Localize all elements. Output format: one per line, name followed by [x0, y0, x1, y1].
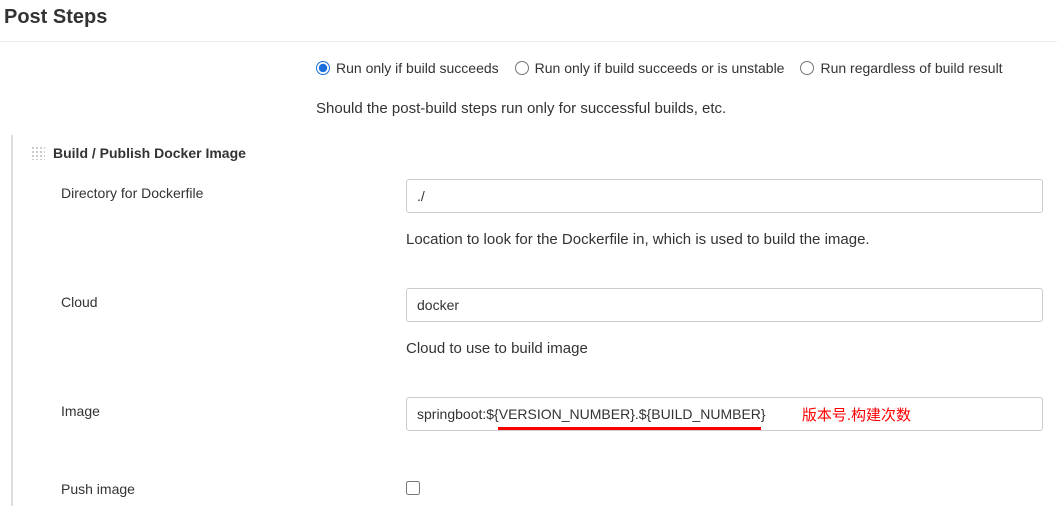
- image-input[interactable]: [406, 397, 1043, 431]
- post-steps-description: Should the post-build steps run only for…: [0, 86, 1057, 135]
- radio-option-unstable[interactable]: Run only if build succeeds or is unstabl…: [515, 60, 785, 76]
- post-steps-radio-row: Run only if build succeeds Run only if b…: [0, 42, 1057, 86]
- push-control: [406, 475, 1051, 498]
- radio-option-regardless[interactable]: Run regardless of build result: [800, 60, 1002, 76]
- cloud-label: Cloud: [11, 288, 406, 381]
- directory-control: Location to look for the Dockerfile in, …: [406, 179, 1051, 272]
- image-annotation-text: 版本号.构建次数: [802, 404, 911, 425]
- cloud-control: Cloud to use to build image: [406, 288, 1051, 381]
- radio-unstable-label: Run only if build succeeds or is unstabl…: [535, 60, 785, 76]
- push-label: Push image: [11, 475, 406, 498]
- block-title: Build / Publish Docker Image: [53, 145, 246, 161]
- radio-regardless-input[interactable]: [800, 61, 814, 75]
- push-checkbox[interactable]: [406, 481, 420, 495]
- cloud-field-row: Cloud Cloud to use to build image: [11, 280, 1051, 389]
- section-title: Post Steps: [0, 0, 1057, 42]
- docker-build-block: Build / Publish Docker Image Directory f…: [8, 135, 1051, 506]
- block-header: Build / Publish Docker Image: [11, 135, 1051, 171]
- push-field-row: Push image: [11, 467, 1051, 506]
- directory-input[interactable]: [406, 179, 1043, 213]
- image-label: Image: [11, 397, 406, 431]
- cloud-help: Cloud to use to build image: [406, 340, 1043, 357]
- radio-succeeds-label: Run only if build succeeds: [336, 60, 499, 76]
- radio-succeeds-input[interactable]: [316, 61, 330, 75]
- directory-help: Location to look for the Dockerfile in, …: [406, 231, 1043, 248]
- directory-label: Directory for Dockerfile: [11, 179, 406, 272]
- radio-unstable-input[interactable]: [515, 61, 529, 75]
- radio-regardless-label: Run regardless of build result: [820, 60, 1002, 76]
- radio-option-succeeds[interactable]: Run only if build succeeds: [316, 60, 499, 76]
- directory-field-row: Directory for Dockerfile Location to loo…: [11, 171, 1051, 280]
- red-underline-annotation: [498, 427, 761, 430]
- drag-handle-icon[interactable]: [31, 146, 45, 160]
- image-control: 版本号.构建次数: [406, 397, 1051, 431]
- cloud-input[interactable]: [406, 288, 1043, 322]
- image-field-row: Image 版本号.构建次数: [11, 389, 1051, 439]
